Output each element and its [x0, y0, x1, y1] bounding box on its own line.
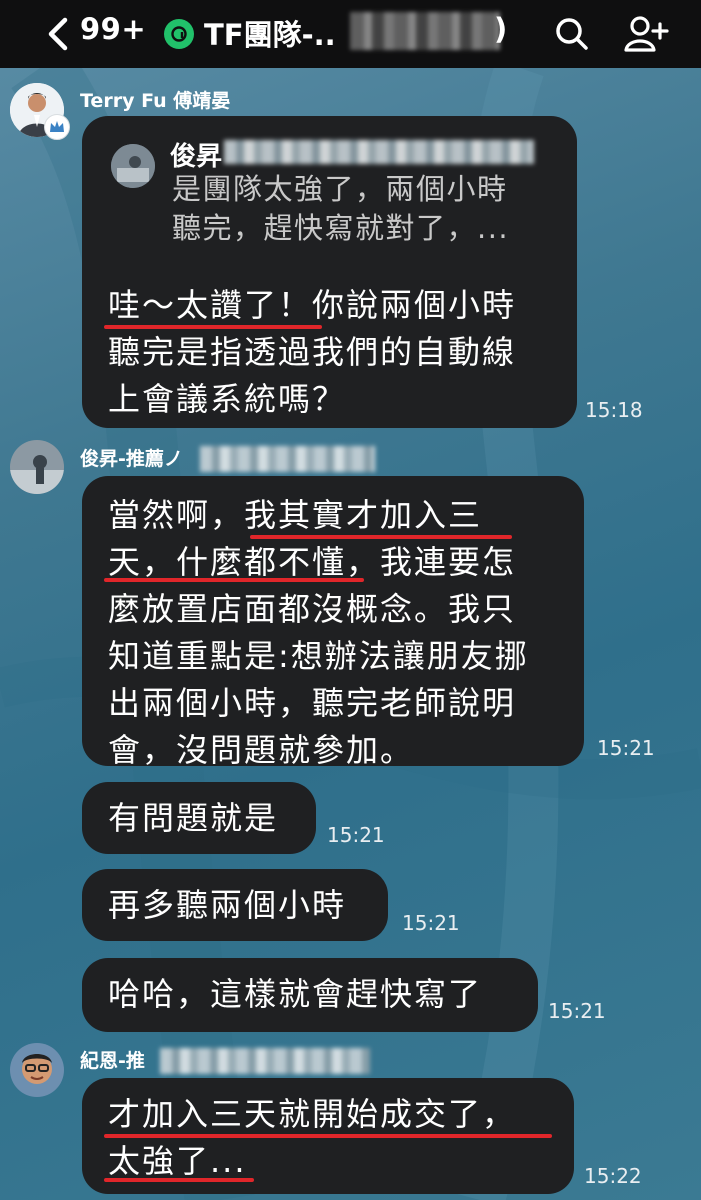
- blurred-text: [160, 1048, 370, 1074]
- chat-header: 99+ TF團隊-.. ): [0, 0, 701, 68]
- add-friend-icon: [624, 16, 669, 52]
- red-underline: [250, 535, 512, 539]
- profile-photo: [10, 1043, 64, 1097]
- message-text: 哈哈，這樣就會趕快寫了: [108, 975, 483, 1013]
- message-text: 有問題就是: [108, 799, 279, 837]
- reply-sender: 俊昇: [170, 142, 223, 172]
- official-badge: [44, 114, 70, 140]
- reply-quote[interactable]: 是團隊太強了，兩個小時 聽完，趕快寫就對了，...: [172, 170, 509, 248]
- red-underline: [104, 578, 364, 582]
- red-underline: [104, 325, 322, 329]
- reply-avatar: [111, 144, 155, 188]
- message-time: 15:21: [548, 999, 606, 1023]
- crown-icon: [50, 121, 64, 132]
- message-time: 15:21: [597, 736, 655, 760]
- message-time: 15:21: [327, 823, 385, 847]
- red-underline: [104, 1134, 552, 1138]
- group-icon: [164, 19, 194, 49]
- red-underline: [104, 1178, 254, 1182]
- message-time: 15:22: [584, 1164, 642, 1188]
- unread-count[interactable]: 99+: [80, 12, 146, 46]
- message-text: 再多聽兩個小時: [108, 886, 347, 924]
- blurred-text: [200, 446, 375, 472]
- search-button[interactable]: [548, 10, 596, 58]
- avatar[interactable]: [10, 440, 64, 494]
- message-time: 15:18: [585, 398, 643, 422]
- profile-photo: [10, 440, 64, 494]
- add-friend-button[interactable]: [622, 10, 670, 58]
- message-text: 哇～太讚了！你說兩個小時 聽完是指透過我們的自動線 上會議系統嗎？: [108, 286, 517, 418]
- message-text: 才加入三天就開始成交了， 太強了...: [108, 1095, 517, 1180]
- back-button[interactable]: [38, 14, 78, 54]
- blurred-title-part: [350, 12, 500, 50]
- sender-name: 俊昇-推薦ノ: [80, 448, 183, 470]
- chevron-left-icon: [48, 17, 68, 51]
- blurred-text: [224, 140, 534, 164]
- search-icon: [556, 18, 588, 50]
- group-title[interactable]: TF團隊-..: [204, 12, 336, 54]
- group-title-end: ): [494, 12, 508, 46]
- avatar[interactable]: [10, 1043, 64, 1097]
- message-time: 15:21: [402, 911, 460, 935]
- sender-name: Terry Fu 傅靖晏: [80, 90, 231, 112]
- sender-name: 紀恩-推: [80, 1050, 145, 1072]
